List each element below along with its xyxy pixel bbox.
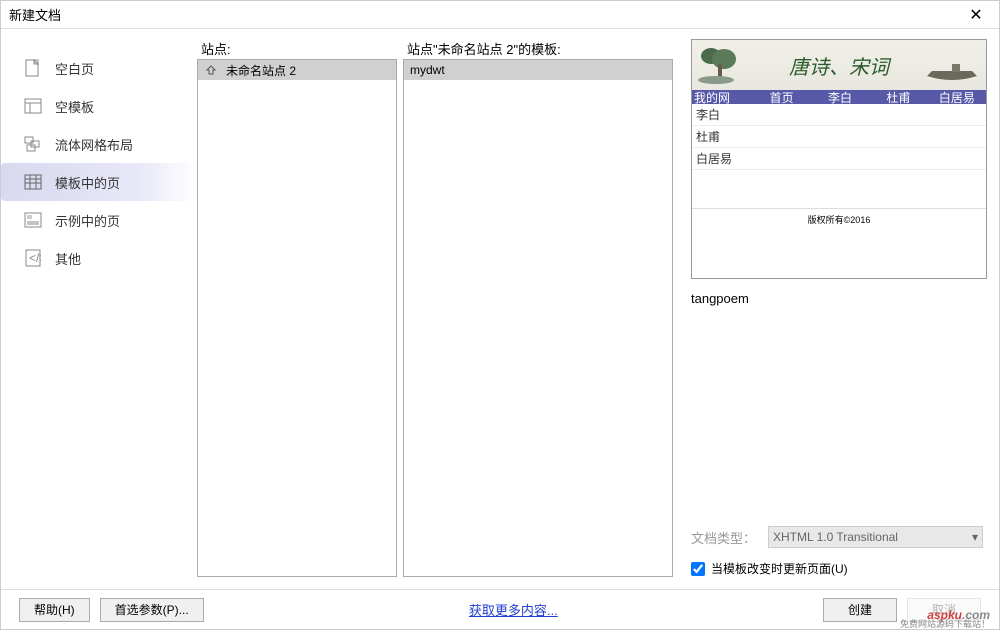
preview-footer: 版权所有©2016 (692, 208, 986, 230)
sidebar-item-page-from-sample[interactable]: 示例中的页 (1, 201, 197, 239)
update-on-change-checkbox[interactable]: 当模板改变时更新页面(U) (691, 560, 983, 577)
templates-listbox[interactable]: mydwt (403, 59, 673, 577)
dialog-footer: 帮助(H) 首选参数(P)... 获取更多内容... 创建 取消 (1, 589, 999, 629)
checkbox-input[interactable] (691, 562, 705, 576)
sidebar-item-label: 示例中的页 (55, 211, 120, 230)
sidebar-item-label: 其他 (55, 249, 81, 268)
banner-boat-icon (922, 56, 982, 86)
sidebar-item-label: 空白页 (55, 59, 94, 78)
sites-listbox[interactable]: 未命名站点 2 (197, 59, 397, 577)
help-button[interactable]: 帮助(H) (19, 598, 90, 622)
sidebar-item-other[interactable]: </> 其他 (1, 239, 197, 277)
sidebar-item-blank-page[interactable]: 空白页 (1, 49, 197, 87)
titlebar: 新建文档 ✕ (1, 1, 999, 29)
template-preview: 唐诗、宋词 欢迎来到我的网站！ 首页 李白 杜甫 白居易 李白 杜甫 白居易 版… (691, 39, 987, 279)
preview-name: tangpoem (691, 291, 983, 306)
svg-text:</>: </> (29, 251, 41, 265)
sidebar-item-label: 模板中的页 (55, 173, 120, 192)
sample-page-icon (23, 211, 43, 229)
banner-tree-icon (696, 44, 756, 84)
doc-type-select[interactable]: XHTML 1.0 Transitional ▾ (768, 526, 983, 548)
prefs-button[interactable]: 首选参数(P)... (100, 598, 204, 622)
template-page-icon (23, 173, 43, 191)
other-icon: </> (23, 249, 43, 267)
sidebar: 空白页 空模板 流体网格布局 模板中的页 示例中的页 </> 其他 (1, 29, 197, 589)
create-button[interactable]: 创建 (823, 598, 897, 622)
get-more-link[interactable]: 获取更多内容... (469, 603, 558, 618)
blank-page-icon (23, 59, 43, 77)
site-list-item[interactable]: 未命名站点 2 (198, 60, 396, 80)
sites-column-label: 站点: (197, 39, 397, 59)
close-button[interactable]: ✕ (961, 5, 991, 25)
template-list-item[interactable]: mydwt (404, 60, 672, 80)
cancel-button[interactable]: 取消 (907, 598, 981, 622)
chevron-down-icon: ▾ (972, 530, 978, 544)
template-item-label: mydwt (410, 63, 445, 77)
blank-template-icon (23, 97, 43, 115)
sidebar-item-fluid-grid[interactable]: 流体网格布局 (1, 125, 197, 163)
sidebar-item-label: 流体网格布局 (55, 135, 133, 154)
site-icon (204, 65, 218, 75)
site-item-label: 未命名站点 2 (226, 62, 296, 79)
checkbox-label: 当模板改变时更新页面(U) (711, 560, 848, 577)
sidebar-item-label: 空模板 (55, 97, 94, 116)
title: 新建文档 (9, 5, 961, 24)
sidebar-item-page-from-template[interactable]: 模板中的页 (1, 163, 197, 201)
templates-column-label: 站点"未命名站点 2"的模板: (403, 39, 673, 59)
sidebar-item-blank-template[interactable]: 空模板 (1, 87, 197, 125)
doc-type-label: 文档类型： (691, 528, 756, 547)
banner-title: 唐诗、宋词 (789, 51, 889, 80)
preview-nav: 欢迎来到我的网站！ 首页 李白 杜甫 白居易 (692, 90, 986, 104)
fluid-grid-icon (23, 135, 43, 153)
